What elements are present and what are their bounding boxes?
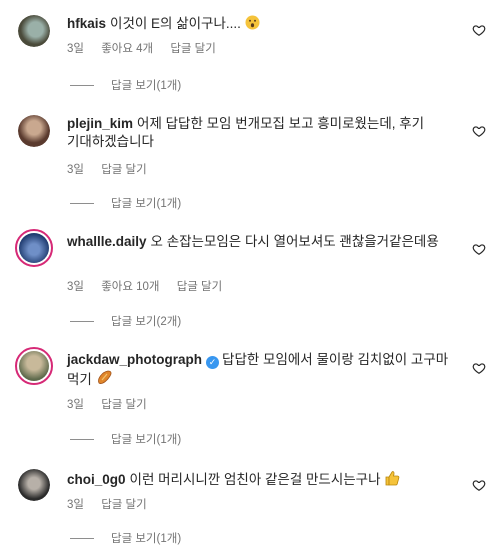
comment-meta: 3일 답글 달기 <box>67 396 161 412</box>
comment-time[interactable]: 3일 <box>67 281 84 293</box>
reply-button[interactable]: 답글 달기 <box>101 399 147 411</box>
comment-time[interactable]: 3일 <box>67 399 84 411</box>
comment-username[interactable]: jackdaw_photograph <box>67 352 202 367</box>
comment-time[interactable]: 3일 <box>67 499 84 511</box>
comment-username[interactable]: whallle.daily <box>67 234 147 249</box>
comment-meta: 3일 좋아요 4개 답글 달기 <box>67 40 230 56</box>
reply-button[interactable]: 답글 달기 <box>177 281 223 293</box>
comment-body: 이런 머리시니깐 엄친아 같은걸 만드시는구나 <box>129 472 381 487</box>
avatar[interactable] <box>18 15 50 47</box>
reply-button[interactable]: 답글 달기 <box>101 499 147 511</box>
view-replies-button[interactable]: 답글 보기(1개) <box>70 530 181 546</box>
avatar[interactable] <box>15 347 53 385</box>
comment-body: 이것이 E의 삶이구나.... <box>110 16 241 31</box>
like-count[interactable]: 좋아요 10개 <box>101 281 159 293</box>
comment-text: whallle.daily 오 손잡는모임은 다시 열어보셔도 괜찮을거같은데용 <box>67 233 459 251</box>
comment-meta: 3일 답글 달기 <box>67 161 161 177</box>
view-replies-label: 답글 보기(1개) <box>111 198 182 210</box>
view-replies-label: 답글 보기(1개) <box>111 533 182 545</box>
reply-button[interactable]: 답글 달기 <box>101 164 147 176</box>
like-count[interactable]: 좋아요 4개 <box>101 43 153 55</box>
astonished-face-icon <box>245 15 260 35</box>
thumbs-up-icon <box>384 470 400 491</box>
comment-meta: 3일 답글 달기 <box>67 496 161 512</box>
avatar[interactable] <box>15 229 53 267</box>
view-replies-label: 답글 보기(1개) <box>111 80 182 92</box>
comment-username[interactable]: choi_0g0 <box>67 472 126 487</box>
view-replies-button[interactable]: 답글 보기(1개) <box>70 195 181 211</box>
comment-text: hfkais 이것이 E의 삶이구나.... <box>67 15 459 35</box>
comment-time[interactable]: 3일 <box>67 164 84 176</box>
comment-username[interactable]: plejin_kim <box>67 116 133 131</box>
avatar[interactable] <box>18 469 50 501</box>
comment-username[interactable]: hfkais <box>67 16 106 31</box>
view-replies-label: 답글 보기(2개) <box>111 316 182 328</box>
view-replies-button[interactable]: 답글 보기(2개) <box>70 313 181 329</box>
divider <box>70 439 94 441</box>
divider <box>70 321 94 323</box>
avatar[interactable] <box>18 115 50 147</box>
comment-body: 오 손잡는모임은 다시 열어보셔도 괜찮을거같은데용 <box>150 234 439 249</box>
divider <box>70 85 94 87</box>
heart-icon[interactable] <box>472 23 486 37</box>
reply-button[interactable]: 답글 달기 <box>170 43 216 55</box>
heart-icon[interactable] <box>472 242 486 256</box>
comment-meta: 3일 좋아요 10개 답글 달기 <box>67 278 236 294</box>
view-replies-label: 답글 보기(1개) <box>111 434 182 446</box>
comment-text: plejin_kim 어제 답답한 모임 번개모집 보고 흥미로웠는데, 후기 기… <box>67 115 459 151</box>
heart-icon[interactable] <box>472 124 486 138</box>
heart-icon[interactable] <box>472 361 486 375</box>
divider <box>70 538 94 540</box>
sweet-potato-icon <box>96 369 113 391</box>
view-replies-button[interactable]: 답글 보기(1개) <box>70 431 181 447</box>
divider <box>70 203 94 205</box>
comment-text: jackdaw_photograph ✓ 답답한 모임에서 물이랑 김치없이 고구마… <box>67 351 459 391</box>
verified-badge-icon: ✓ <box>206 356 220 369</box>
comment-time[interactable]: 3일 <box>67 43 84 55</box>
view-replies-button[interactable]: 답글 보기(1개) <box>70 77 181 93</box>
heart-icon[interactable] <box>472 478 486 492</box>
comment-text: choi_0g0 이런 머리시니깐 엄친아 같은걸 만드시는구나 <box>67 470 459 491</box>
